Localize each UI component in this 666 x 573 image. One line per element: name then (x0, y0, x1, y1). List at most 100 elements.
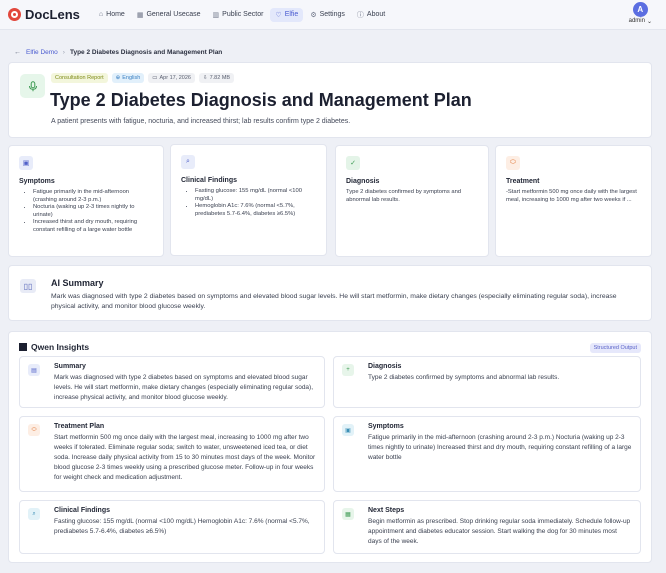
search-icon: ⌕ (28, 508, 40, 520)
briefcase-icon: ▣ (342, 424, 354, 436)
chevron-down-icon[interactable]: ⌄ (647, 18, 652, 25)
plus-icon: + (342, 364, 354, 376)
briefcase-icon: ▣ (19, 156, 33, 170)
nav-item-label: Elfie (284, 11, 299, 18)
top-nav: DocLens ⌂ Home ▦ General Usecase ▥ Publi… (0, 0, 666, 30)
ai-summary-text: Mark was diagnosed with type 2 diabetes … (51, 293, 617, 310)
size-label: 7.82 MB (209, 75, 231, 81)
calendar-icon: ▭ (152, 75, 158, 81)
box-text: Start metformin 500 mg once daily with t… (54, 434, 316, 481)
symptoms-list: Fatigue primarily in the mid-afternoon (… (19, 189, 153, 234)
microphone-icon (20, 74, 45, 98)
box-text: Fatigue primarily in the mid-afternoon (… (368, 434, 632, 461)
nav-item-home[interactable]: ⌂ Home (94, 8, 130, 21)
structured-output-badge: Structured Output (589, 343, 641, 353)
qwen-diagnosis-box: + Diagnosis Type 2 diabetes confirmed by… (333, 356, 641, 408)
qwen-symptoms-box: ▣ Symptoms Fatigue primarily in the mid-… (333, 416, 641, 492)
date-badge: ▭ Apr 17, 2026 (148, 73, 195, 83)
clinical-findings-card: ⌕ Clinical Findings Fasting glucose: 155… (170, 144, 327, 256)
brand[interactable]: DocLens (8, 7, 80, 22)
box-title: Clinical Findings (54, 507, 111, 514)
nav-item-label: Home (106, 11, 125, 18)
date-label: Apr 17, 2026 (159, 75, 191, 81)
pill-icon: ⬭ (506, 156, 520, 170)
book-icon: ▯▯ (20, 279, 36, 293)
card-title: Symptoms (19, 178, 55, 185)
box-text: Type 2 diabetes confirmed by symptoms an… (368, 374, 560, 381)
list-item: Fasting glucose: 155 mg/dL (normal <100 … (195, 188, 316, 203)
user-name: admin (628, 18, 645, 24)
box-title: Diagnosis (368, 363, 402, 370)
box-title: Summary (54, 363, 86, 370)
gear-icon: ⚙ (310, 11, 317, 19)
info-icon: ⓘ (356, 11, 364, 19)
list-item: Nocturia (waking up 2-3 times nightly to… (33, 204, 153, 219)
qwen-treatment-box: ⬭ Treatment Plan Start metformin 500 mg … (19, 416, 325, 492)
tag-row: Consultation Report ⊕ English ▭ Apr 17, 20… (51, 73, 235, 83)
qwen-findings-box: ⌕ Clinical Findings Fasting glucose: 155… (19, 500, 325, 554)
nav-item-public-sector[interactable]: ▥ Public Sector (208, 8, 269, 22)
search-icon: ⌕ (181, 155, 195, 169)
file-size-icon: ⇩ (202, 75, 208, 81)
page-subtitle: A patient presents with fatigue, nocturi… (51, 118, 351, 125)
box-title: Symptoms (368, 423, 404, 430)
nav-item-label: Public Sector (222, 11, 264, 18)
breadcrumb-parent[interactable]: Elfie Demo (26, 49, 58, 56)
shield-check-icon: ✓ (346, 156, 360, 170)
breadcrumb: ← Elfie Demo › Type 2 Diabetes Diagnosis… (0, 30, 666, 62)
doclens-logo-icon (8, 8, 21, 21)
document-header-card: Consultation Report ⊕ English ▭ Apr 17, 20… (8, 62, 652, 138)
heart-icon: ♡ (275, 11, 282, 19)
box-text: Begin metformin as prescribed. Stop drin… (368, 518, 631, 545)
qwen-next-steps-box: ▦ Next Steps Begin metformin as prescrib… (333, 500, 641, 554)
list-item: Hemoglobin A1c: 7.6% (normal <5.7%, pred… (195, 203, 316, 218)
qwen-insights-card: Qwen Insights Structured Output ▤ Summar… (8, 331, 652, 563)
ai-summary-card: ▯▯ AI Summary Mark was diagnosed with ty… (8, 265, 652, 321)
qwen-title: Qwen Insights (31, 342, 90, 352)
qwen-summary-box: ▤ Summary Mark was diagnosed with type 2… (19, 356, 325, 408)
findings-list: Fasting glucose: 155 mg/dL (normal <100 … (181, 188, 316, 218)
nav-item-label: Settings (319, 11, 345, 18)
user-name-row: admin ⌄ (629, 18, 652, 25)
building-icon: ▥ (212, 11, 220, 19)
nav-item-general-usecase[interactable]: ▦ General Usecase (132, 8, 206, 22)
clipboard-icon: ▦ (342, 508, 354, 520)
card-title: Diagnosis (346, 178, 380, 185)
ai-summary-title: AI Summary (51, 278, 104, 288)
user-menu[interactable]: A admin ⌄ (629, 2, 652, 25)
back-arrow-icon[interactable]: ← (14, 49, 21, 56)
breadcrumb-current: Type 2 Diabetes Diagnosis and Management… (69, 48, 223, 56)
box-title: Treatment Plan (54, 423, 105, 430)
report-type-badge: Consultation Report (51, 73, 108, 83)
card-text: Type 2 diabetes confirmed by symptoms an… (346, 189, 462, 203)
language-badge: ⊕ English (111, 73, 145, 83)
brand-name: DocLens (25, 7, 80, 22)
symptoms-card: ▣ Symptoms Fatigue primarily in the mid-… (8, 145, 164, 257)
nav-item-elfie[interactable]: ♡ Elfie (270, 7, 304, 22)
nav-item-about[interactable]: ⓘ About (352, 7, 390, 23)
language-label: English (122, 75, 141, 81)
treatment-card: ⬭ Treatment -Start metformin 500 mg once… (495, 145, 652, 257)
box-title: Next Steps (368, 507, 405, 514)
grid-icon: ▦ (136, 11, 144, 19)
breadcrumb-separator-icon: › (62, 48, 65, 56)
globe-icon: ⊕ (115, 75, 121, 81)
diagnosis-card: ✓ Diagnosis Type 2 diabetes confirmed by… (335, 145, 489, 257)
card-title: Clinical Findings (181, 177, 238, 184)
box-text: Fasting glucose: 155 mg/dL (normal <100 … (54, 518, 310, 535)
avatar[interactable]: A (632, 2, 648, 17)
card-text: -Start metformin 500 mg once daily with … (506, 189, 637, 203)
nav-item-label: About (366, 11, 386, 18)
nav-item-settings[interactable]: ⚙ Settings (305, 8, 350, 22)
document-icon: ▤ (28, 364, 40, 376)
box-text: Mark was diagnosed with type 2 diabetes … (54, 374, 314, 401)
pill-icon: ⬭ (28, 424, 40, 436)
qwen-header: Qwen Insights (19, 342, 89, 352)
card-title: Treatment (506, 178, 540, 185)
home-icon: ⌂ (98, 11, 104, 18)
list-item: Increased thirst and dry mouth, requirin… (33, 219, 153, 234)
size-badge: ⇩ 7.82 MB (198, 73, 235, 83)
qwen-square-icon (19, 343, 27, 351)
overview-cards: ▣ Symptoms Fatigue primarily in the mid-… (8, 144, 658, 257)
list-item: Fatigue primarily in the mid-afternoon (… (33, 189, 153, 204)
